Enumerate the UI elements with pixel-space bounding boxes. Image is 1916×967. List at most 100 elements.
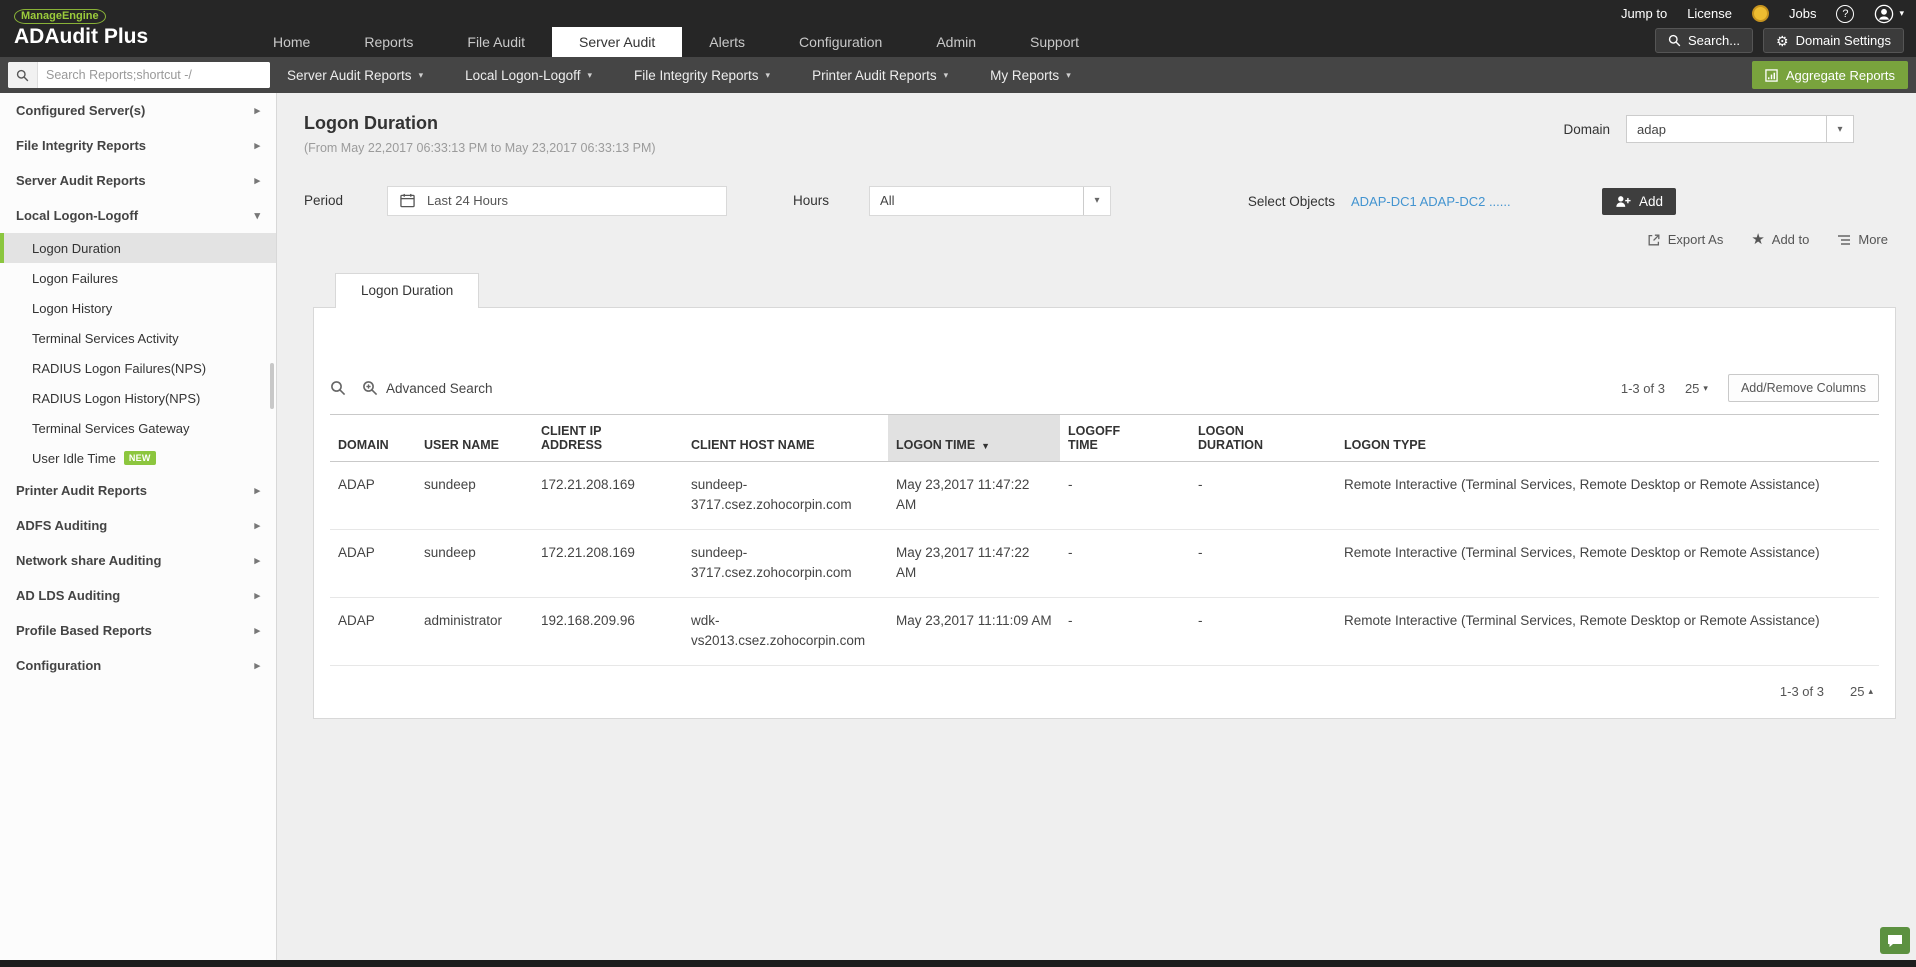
chat-widget[interactable] [1880,927,1910,954]
nav-alerts[interactable]: Alerts [682,27,772,57]
menu-server-audit-reports[interactable]: Server Audit Reports [287,68,444,83]
col-logoff-time[interactable]: LOGOFF TIME [1060,415,1190,462]
hours-select[interactable]: All [869,186,1111,216]
report-chart-icon [1765,69,1778,82]
add-user-icon [1615,195,1631,208]
domain-settings-button[interactable]: ⚙ Domain Settings [1763,28,1904,53]
chevron-right-icon [254,104,260,117]
global-search-button[interactable]: Search... [1655,28,1753,53]
menu-local-logon-logoff[interactable]: Local Logon-Logoff [444,68,613,83]
caret-down-icon [1703,384,1708,393]
menu-printer-audit-reports[interactable]: Printer Audit Reports [791,68,969,83]
table-row: ADAP sundeep 172.21.208.169 sundeep-3717… [330,462,1879,530]
add-objects-label: Add [1639,194,1663,209]
search-icon[interactable] [330,380,346,396]
cell-client-ip: 192.168.209.96 [533,598,683,666]
nav-file-audit[interactable]: File Audit [440,27,552,57]
nav-reports[interactable]: Reports [337,27,440,57]
license-link[interactable]: License [1687,6,1732,21]
chevron-right-icon [254,174,260,187]
sidebar-item-configuration[interactable]: Configuration [0,648,276,683]
sidebar-item-local-logon-logoff[interactable]: Local Logon-Logoff [0,198,276,233]
sidebar-item-configured-servers[interactable]: Configured Server(s) [0,93,276,128]
domain-select[interactable]: adap [1626,115,1854,143]
nav-server-audit[interactable]: Server Audit [552,27,682,57]
col-client-host-name[interactable]: CLIENT HOST NAME [683,415,888,462]
sidebar-scrollbar[interactable] [270,363,274,409]
sidebar-item-adfs-auditing[interactable]: ADFS Auditing [0,508,276,543]
add-remove-columns-button[interactable]: Add/Remove Columns [1728,374,1879,402]
page-header: Logon Duration (From May 22,2017 06:33:1… [278,93,1916,155]
col-user-name[interactable]: USER NAME [416,415,533,462]
top-utility-links: Jump to License Jobs ? [1621,0,1904,27]
col-client-ip-address[interactable]: CLIENT IP ADDRESS [533,415,683,462]
sidebar-item-ad-lds-auditing[interactable]: AD LDS Auditing [0,578,276,613]
bottom-bar [0,960,1916,967]
nav-support[interactable]: Support [1003,27,1106,57]
sidebar-item-logon-history[interactable]: Logon History [0,293,276,323]
sidebar-item-logon-failures[interactable]: Logon Failures [0,263,276,293]
select-objects-label: Select Objects [1248,194,1335,209]
advanced-search-button[interactable]: Advanced Search [362,380,493,396]
logon-duration-table: DOMAIN USER NAME CLIENT IP ADDRESS CLIEN… [330,414,1879,666]
tab-logon-duration[interactable]: Logon Duration [335,273,479,308]
main-nav: Home Reports File Audit Server Audit Ale… [246,27,1106,57]
jobs-link[interactable]: Jobs [1789,6,1816,21]
sidebar-item-network-share-auditing[interactable]: Network share Auditing [0,543,276,578]
page-size-dropdown-bottom[interactable]: 25 [1850,684,1873,699]
menu-file-integrity-reports[interactable]: File Integrity Reports [613,68,791,83]
chevron-right-icon [254,659,260,672]
sidebar-item-logon-duration[interactable]: Logon Duration [0,233,276,263]
menu-my-reports[interactable]: My Reports [969,68,1092,83]
cell-logon-duration: - [1190,530,1336,598]
jump-to-link[interactable]: Jump to [1621,6,1667,21]
chevron-right-icon [254,554,260,567]
cell-logoff-time: - [1060,462,1190,530]
nav-home[interactable]: Home [246,27,337,57]
product-name: ADAudit Plus [14,25,148,49]
main-content: Logon Duration (From May 22,2017 06:33:1… [278,93,1916,960]
nav-configuration[interactable]: Configuration [772,27,909,57]
sidebar-item-profile-based-reports[interactable]: Profile Based Reports [0,613,276,648]
period-field[interactable]: Last 24 Hours [387,186,727,216]
sidebar-item-terminal-services-activity[interactable]: Terminal Services Activity [0,323,276,353]
sidebar-item-radius-logon-history[interactable]: RADIUS Logon History(NPS) [0,383,276,413]
search-icon[interactable] [8,62,38,88]
export-as-button[interactable]: Export As [1647,232,1724,247]
cell-client-host: sundeep-3717.csez.zohocorpin.com [683,530,888,598]
chevron-down-icon [254,209,260,222]
col-domain[interactable]: DOMAIN [330,415,416,462]
cell-logon-duration: - [1190,598,1336,666]
search-icon [1668,34,1681,47]
table-toolbar: Advanced Search 1-3 of 3 25 Add/Remove C… [314,374,1895,402]
page-size-dropdown-top[interactable]: 25 [1685,381,1708,396]
help-icon[interactable]: ? [1836,5,1854,23]
cell-logon-type: Remote Interactive (Terminal Services, R… [1336,598,1879,666]
user-menu[interactable] [1874,4,1904,24]
aggregate-reports-button[interactable]: Aggregate Reports [1752,61,1908,89]
col-logon-duration[interactable]: LOGON DURATION [1190,415,1336,462]
coin-icon[interactable] [1752,5,1769,22]
selected-objects-link[interactable]: ADAP-DC1 ADAP-DC2 ...... [1351,194,1586,209]
cell-user-name: administrator [416,598,533,666]
sidebar-item-terminal-services-gateway[interactable]: Terminal Services Gateway [0,413,276,443]
cell-user-name: sundeep [416,530,533,598]
nav-admin[interactable]: Admin [909,27,1003,57]
caret-down-icon [1066,71,1071,80]
more-button[interactable]: More [1837,232,1888,247]
add-to-button[interactable]: ★ Add to [1751,232,1809,247]
report-search [8,62,270,88]
add-objects-button[interactable]: Add [1602,188,1676,215]
sidebar-submenu: Logon Duration Logon Failures Logon Hist… [0,233,276,473]
sidebar-item-user-idle-time[interactable]: User Idle Time NEW [0,443,276,473]
col-logon-time[interactable]: LOGON TIME [888,415,1060,462]
sidebar-item-server-audit-reports[interactable]: Server Audit Reports [0,163,276,198]
hours-select-value: All [880,193,894,208]
sidebar-item-printer-audit-reports[interactable]: Printer Audit Reports [0,473,276,508]
col-logon-type[interactable]: LOGON TYPE [1336,415,1879,462]
cell-logon-time: May 23,2017 11:47:22 AM [888,530,1060,598]
sidebar-item-radius-logon-failures[interactable]: RADIUS Logon Failures(NPS) [0,353,276,383]
sidebar-item-file-integrity-reports[interactable]: File Integrity Reports [0,128,276,163]
report-search-input[interactable] [38,62,270,88]
cell-user-name: sundeep [416,462,533,530]
